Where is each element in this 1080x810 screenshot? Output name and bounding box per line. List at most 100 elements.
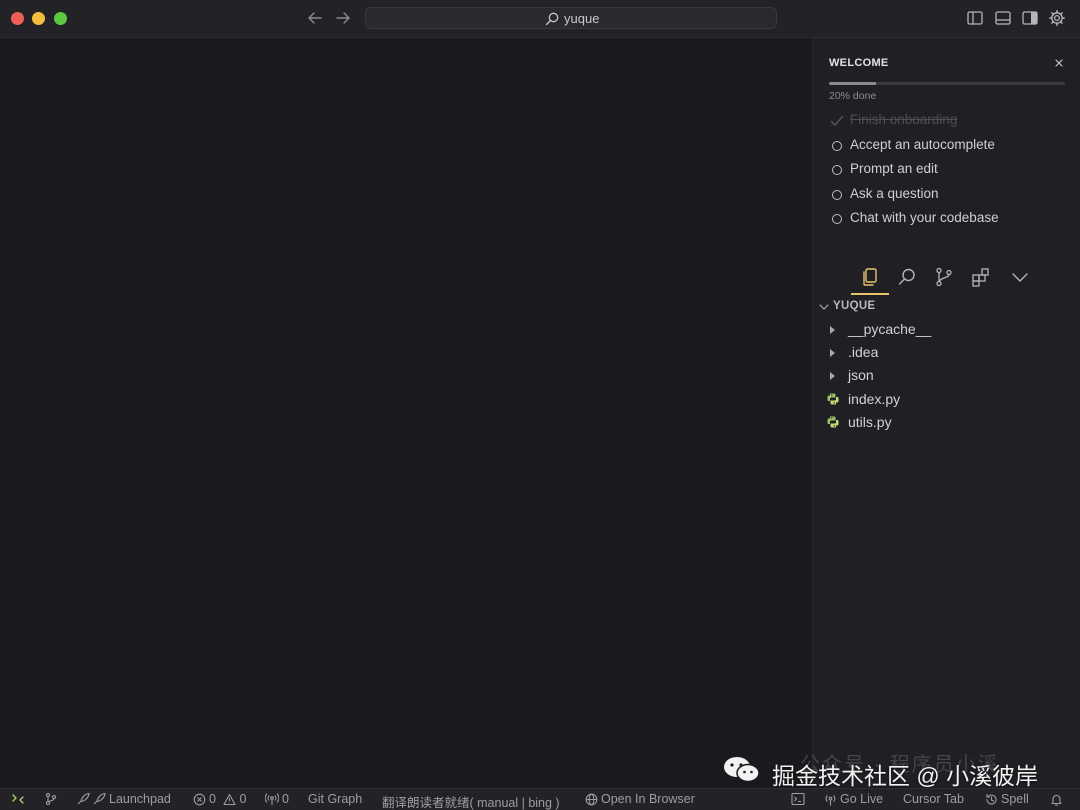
welcome-title: WELCOME xyxy=(829,57,889,69)
cursor-tab-label: Cursor Tab xyxy=(903,792,964,806)
checklist-item-label: Finish onboarding xyxy=(850,112,958,127)
python-file-icon xyxy=(827,393,839,405)
go-live-label: Go Live xyxy=(840,792,884,806)
broadcast-icon xyxy=(825,795,836,806)
rocket-icon xyxy=(77,792,106,805)
circle-icon xyxy=(832,165,842,175)
go-live-button[interactable]: Go Live xyxy=(824,792,883,808)
toggle-panel-icon[interactable] xyxy=(994,9,1012,27)
tree-item-name: json xyxy=(848,367,874,384)
error-count: 0 xyxy=(209,792,216,806)
close-icon[interactable] xyxy=(1053,57,1065,69)
close-window-button[interactable] xyxy=(11,12,24,25)
tree-item-folder[interactable]: .idea xyxy=(813,341,1080,364)
watermark: 掘金技术社区 @ 小溪彼岸 xyxy=(722,755,1062,789)
command-center-search[interactable]: yuque xyxy=(365,7,777,29)
checklist-item-chat-codebase[interactable]: Chat with your codebase xyxy=(829,209,1069,234)
checkmark-icon xyxy=(830,115,844,126)
active-tab-indicator xyxy=(851,293,889,295)
command-center-text: yuque xyxy=(564,11,600,26)
remote-indicator[interactable] xyxy=(11,792,25,808)
checklist-item-label: Ask a question xyxy=(850,185,939,201)
progress-label: 20% done xyxy=(829,90,877,102)
tree-item-name: index.py xyxy=(848,390,901,407)
translate-status[interactable]: 翻译朗读者就绪( manual | bing ) xyxy=(382,792,560,810)
spell-label: Spell xyxy=(1001,792,1029,806)
tree-item-name: __pycache__ xyxy=(848,321,932,337)
open-in-browser-label: Open In Browser xyxy=(601,792,695,806)
remote-icon xyxy=(12,794,24,804)
history-icon xyxy=(986,793,997,805)
toggle-primary-sidebar-icon[interactable] xyxy=(966,9,984,27)
launchpad-label: Launchpad xyxy=(109,792,171,806)
terminal-button[interactable] xyxy=(791,792,805,808)
tree-item-folder[interactable]: __pycache__ xyxy=(813,318,1080,341)
gear-icon[interactable] xyxy=(1048,9,1066,27)
globe-icon xyxy=(585,793,598,806)
tree-item-file[interactable]: index.py xyxy=(813,388,1080,411)
broadcast-icon xyxy=(264,793,280,805)
file-explorer: YUQUE __pycache__ .idea json index.py ut… xyxy=(813,296,1080,434)
checklist-item-ask-question[interactable]: Ask a question xyxy=(829,185,1069,210)
caret-right-icon xyxy=(830,349,835,358)
warning-count: 0 xyxy=(239,792,247,806)
status-bar: Launchpad 0 0 0 Git Graph 翻译朗读者就绪( manua… xyxy=(0,788,1080,810)
warning-icon xyxy=(223,793,236,806)
editor-area[interactable] xyxy=(0,38,812,788)
git-branch-icon xyxy=(45,792,57,806)
git-graph-button[interactable]: Git Graph xyxy=(308,792,362,808)
secondary-sidebar: WELCOME 20% done Finish onboarding Accep… xyxy=(812,38,1080,788)
checklist-item-label: Accept an autocomplete xyxy=(850,136,995,152)
bell-icon xyxy=(1051,794,1062,806)
search-icon xyxy=(545,12,559,26)
problems-indicator[interactable]: 0 0 xyxy=(193,792,246,808)
activity-tabs xyxy=(851,262,1041,296)
spell-button[interactable]: Spell xyxy=(985,792,1029,808)
checklist-item-prompt-edit[interactable]: Prompt an edit xyxy=(829,160,1069,185)
checklist-item-label: Chat with your codebase xyxy=(850,210,999,225)
cursor-tab-button[interactable]: Cursor Tab xyxy=(903,792,964,808)
explorer-root-label: YUQUE xyxy=(833,300,876,312)
python-file-icon xyxy=(827,416,839,428)
git-branch-indicator[interactable] xyxy=(44,792,58,808)
error-icon xyxy=(193,793,206,806)
onboarding-progress-fill xyxy=(829,82,877,85)
arrow-left-icon[interactable] xyxy=(305,8,325,28)
circle-icon xyxy=(832,140,842,151)
launchpad-button[interactable]: Launchpad xyxy=(76,792,171,808)
git-graph-label: Git Graph xyxy=(308,792,363,806)
terminal-icon xyxy=(791,792,805,806)
checklist-item-label: Prompt an edit xyxy=(850,161,938,176)
welcome-panel: WELCOME 20% done Finish onboarding Accep… xyxy=(813,38,1080,258)
open-in-browser-button[interactable]: Open In Browser xyxy=(585,792,695,808)
circle-icon xyxy=(832,189,842,200)
circle-icon xyxy=(832,214,842,224)
tree-item-file[interactable]: utils.py xyxy=(813,411,1080,434)
wechat-icon xyxy=(724,757,760,783)
search-icon[interactable] xyxy=(896,266,918,288)
tree-item-name: .idea xyxy=(848,344,879,361)
notifications-button[interactable] xyxy=(1050,792,1063,808)
arrow-right-icon[interactable] xyxy=(333,8,353,28)
extensions-icon[interactable] xyxy=(970,266,992,288)
watermark-text: 掘金技术社区 @ 小溪彼岸 xyxy=(772,763,1039,789)
chevron-down-icon[interactable] xyxy=(1009,266,1031,288)
source-control-icon[interactable] xyxy=(933,266,955,288)
ports-indicator[interactable]: 0 xyxy=(264,792,289,808)
minimize-window-button[interactable] xyxy=(32,12,45,25)
chevron-down-icon xyxy=(819,304,829,310)
translate-label: 翻译朗读者就绪( manual | bing ) xyxy=(382,796,560,810)
tree-item-name: utils.py xyxy=(848,413,892,430)
caret-right-icon xyxy=(830,372,835,381)
explorer-files-icon[interactable] xyxy=(859,266,881,288)
caret-right-icon xyxy=(830,326,835,334)
ports-count: 0 xyxy=(282,792,289,806)
title-bar: yuque xyxy=(0,0,1080,38)
checklist-item-accept-autocomplete[interactable]: Accept an autocomplete xyxy=(829,136,1069,161)
explorer-root-folder[interactable]: YUQUE xyxy=(813,296,1080,318)
tree-item-folder[interactable]: json xyxy=(813,364,1080,387)
onboarding-progress-bar xyxy=(829,82,1065,85)
toggle-secondary-sidebar-icon[interactable] xyxy=(1021,9,1039,27)
checklist-item-finish-onboarding[interactable]: Finish onboarding xyxy=(829,111,1069,136)
zoom-window-button[interactable] xyxy=(54,12,67,25)
